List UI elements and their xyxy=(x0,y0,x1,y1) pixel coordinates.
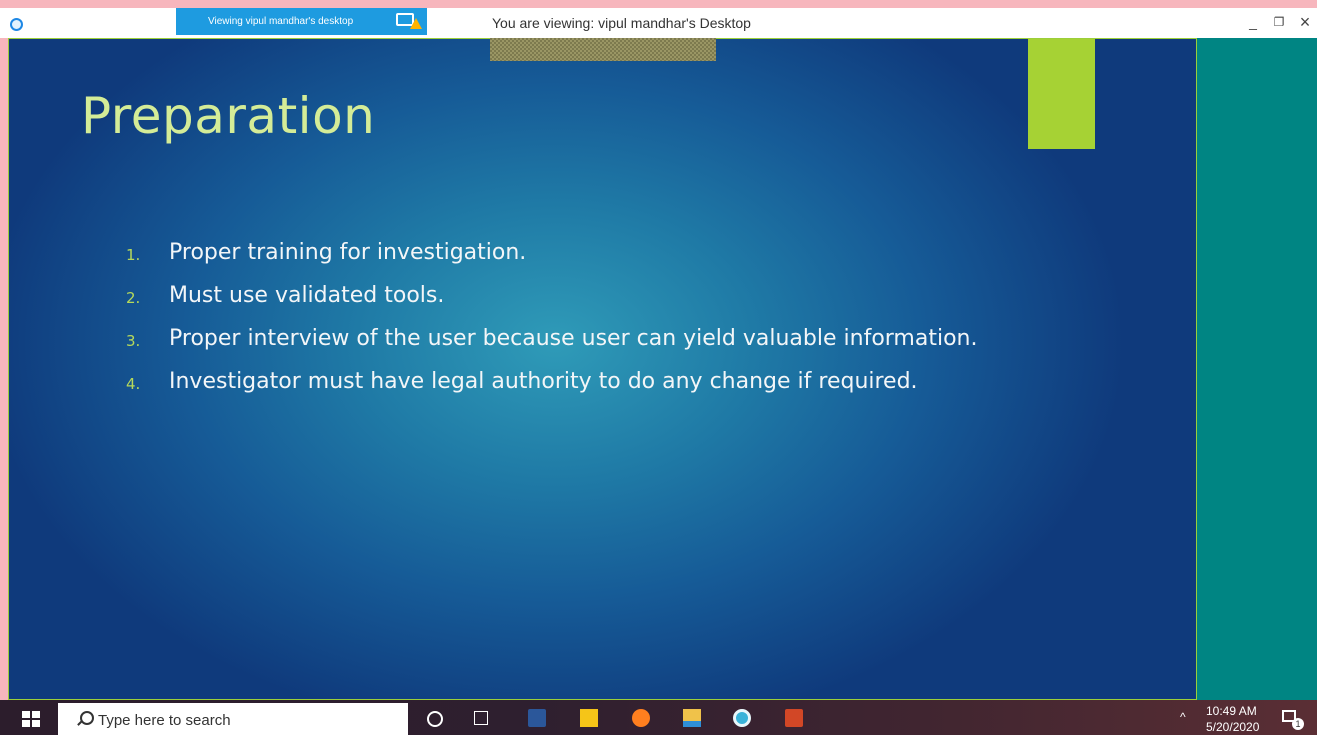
powerpoint-icon[interactable] xyxy=(785,709,803,727)
bullet-number: 1. xyxy=(126,246,141,264)
windows-start-icon[interactable] xyxy=(22,711,40,727)
bullet-text: Proper training for investigation. xyxy=(169,240,527,265)
warning-icon xyxy=(410,18,422,29)
restore-button[interactable]: ❐ xyxy=(1271,14,1287,30)
viewer-title-bar: Viewing vipul mandhar's desktop You are … xyxy=(0,8,1317,38)
bullet-number: 2. xyxy=(126,289,141,307)
slide-accent-tab xyxy=(1028,39,1095,149)
browser-icon[interactable] xyxy=(733,709,751,727)
firefox-icon[interactable] xyxy=(632,709,650,727)
bullet-item: 1. Proper training for investigation. xyxy=(126,239,986,266)
taskbar-search-box[interactable]: Type here to search xyxy=(58,703,408,735)
word-icon[interactable] xyxy=(528,709,546,727)
presentation-slide: Preparation 1. Proper training for inves… xyxy=(8,38,1197,700)
slide-bullet-list: 1. Proper training for investigation. 2.… xyxy=(126,239,986,411)
bullet-number: 4. xyxy=(126,375,141,393)
clock-date[interactable]: 5/20/2020 xyxy=(1206,720,1259,734)
windows-taskbar: Type here to search ^ 10:49 AM 5/20/2020… xyxy=(0,700,1317,735)
clock-time[interactable]: 10:49 AM xyxy=(1206,704,1257,718)
cortana-icon[interactable] xyxy=(427,711,443,727)
sticky-notes-icon[interactable] xyxy=(580,709,598,727)
window-title: You are viewing: vipul mandhar's Desktop xyxy=(492,15,751,31)
desktop-background-strip xyxy=(1197,38,1317,700)
file-explorer-icon[interactable] xyxy=(683,709,701,727)
bullet-number: 3. xyxy=(126,332,141,350)
viewing-badge[interactable]: Viewing vipul mandhar's desktop xyxy=(176,8,427,35)
bullet-text: Proper interview of the user because use… xyxy=(169,326,978,351)
task-view-icon[interactable] xyxy=(474,711,488,725)
remote-desktop-viewer: Viewing vipul mandhar's desktop You are … xyxy=(0,0,1317,735)
bullet-item: 4. Investigator must have legal authorit… xyxy=(126,368,986,395)
search-placeholder: Type here to search xyxy=(98,712,231,729)
viewing-badge-text: Viewing vipul mandhar's desktop xyxy=(208,16,354,27)
tray-overflow-chevron-icon[interactable]: ^ xyxy=(1180,710,1186,724)
bullet-text: Must use validated tools. xyxy=(169,283,445,308)
close-button[interactable]: × xyxy=(1297,13,1313,31)
slide-title: Preparation xyxy=(81,87,376,145)
bullet-text: Investigator must have legal authority t… xyxy=(169,369,918,394)
minimize-button[interactable]: _ xyxy=(1245,14,1261,30)
search-icon xyxy=(80,711,94,725)
notification-count-badge: 1 xyxy=(1292,718,1304,730)
bullet-item: 3. Proper interview of the user because … xyxy=(126,325,986,352)
app-logo-icon xyxy=(10,18,23,31)
remote-toolbar-handle[interactable] xyxy=(490,38,716,61)
bullet-item: 2. Must use validated tools. xyxy=(126,282,986,309)
